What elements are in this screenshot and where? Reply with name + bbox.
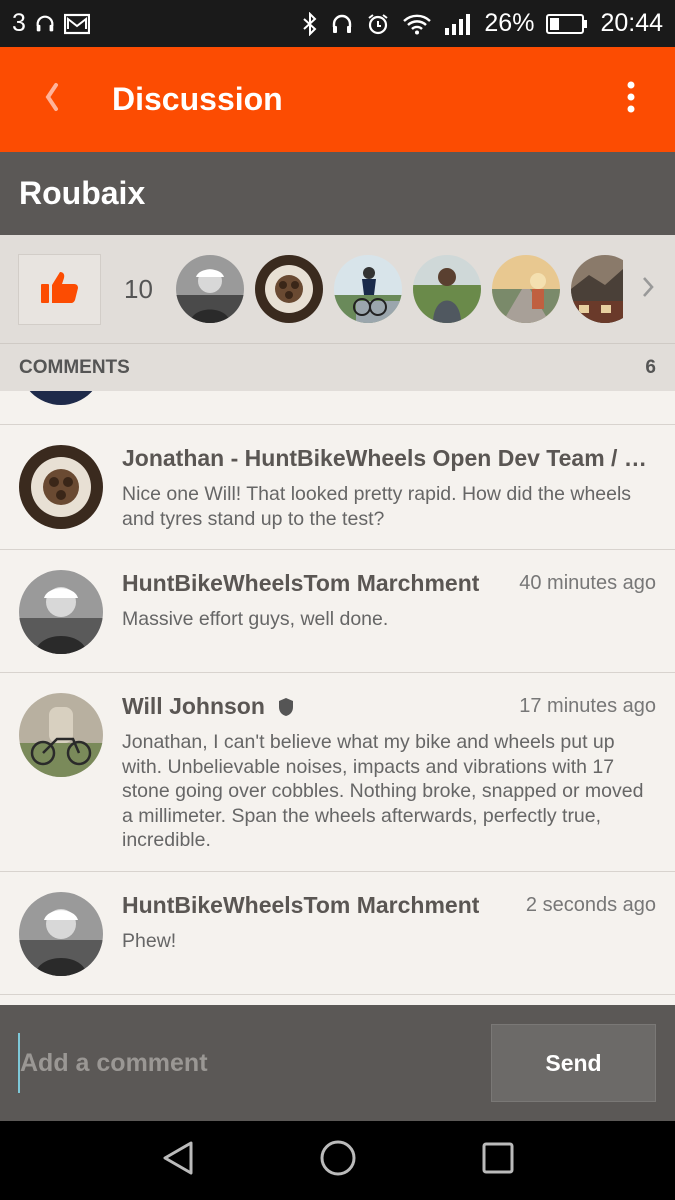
comment-time: 2 seconds ago bbox=[525, 893, 656, 916]
signal-icon bbox=[444, 13, 472, 35]
triangle-back-icon bbox=[161, 1140, 195, 1181]
avatar[interactable] bbox=[492, 255, 560, 323]
avatar[interactable] bbox=[255, 255, 323, 323]
chevron-left-icon bbox=[42, 82, 62, 117]
avatar bbox=[19, 391, 103, 405]
status-bar: 3 26% 20:44 bbox=[0, 0, 675, 47]
comment-item: Will Johnson 17 minutes ago Jonathan, I … bbox=[0, 673, 675, 872]
clock: 20:44 bbox=[600, 9, 663, 37]
avatar[interactable] bbox=[19, 570, 103, 654]
notification-count: 3 bbox=[12, 9, 26, 37]
circle-home-icon bbox=[319, 1139, 357, 1182]
wifi-icon bbox=[402, 13, 432, 35]
page-title: Discussion bbox=[112, 81, 283, 117]
kudos-avatar-strip bbox=[176, 255, 623, 323]
headphones-icon bbox=[330, 12, 354, 36]
battery-icon bbox=[546, 13, 588, 35]
overflow-menu-button[interactable] bbox=[601, 47, 661, 152]
nav-home-button[interactable] bbox=[313, 1136, 363, 1186]
avatar[interactable] bbox=[176, 255, 244, 323]
system-nav-bar bbox=[0, 1121, 675, 1200]
kudos-button[interactable] bbox=[18, 253, 101, 325]
activity-header: Roubaix bbox=[0, 152, 675, 235]
avatar[interactable] bbox=[19, 891, 103, 976]
comments-count: 6 bbox=[645, 356, 656, 378]
comment-text: Jonathan, I can't believe what my bike a… bbox=[122, 731, 644, 851]
bluetooth-icon bbox=[302, 11, 318, 36]
comment-item: Jonathan - HuntBikeWheels Open Dev Team … bbox=[0, 425, 675, 550]
kudos-more-button[interactable] bbox=[623, 235, 673, 344]
avatar[interactable] bbox=[19, 693, 103, 777]
square-recents-icon bbox=[481, 1141, 515, 1180]
comment-text: Phew! bbox=[122, 929, 177, 952]
app-bar: Discussion bbox=[0, 47, 675, 152]
comment-time: 40 minutes ago bbox=[519, 572, 656, 594]
mail-icon bbox=[63, 13, 90, 35]
chevron-right-icon bbox=[641, 275, 655, 304]
thumbs-up-icon bbox=[40, 269, 80, 310]
comment-text: Massive effort guys, well done. bbox=[122, 608, 389, 630]
list-item bbox=[0, 391, 675, 425]
headphones-icon bbox=[34, 13, 56, 35]
comment-author[interactable]: HuntBikeWheelsTom Marchment bbox=[122, 892, 479, 919]
comment-text: Nice one Will! That looked pretty rapid.… bbox=[122, 483, 632, 530]
more-vertical-icon bbox=[626, 80, 636, 119]
kudos-row: 10 bbox=[0, 235, 675, 344]
comment-input[interactable] bbox=[18, 1033, 468, 1093]
comments-header: COMMENTS 6 bbox=[0, 344, 675, 391]
comment-list[interactable]: Jonathan - HuntBikeWheels Open Dev Team … bbox=[0, 391, 675, 1005]
avatar[interactable] bbox=[571, 255, 623, 323]
kudos-count: 10 bbox=[124, 273, 153, 304]
nav-back-button[interactable] bbox=[153, 1136, 203, 1186]
activity-title: Roubaix bbox=[19, 175, 146, 211]
comment-item: HuntBikeWheelsTom Marchment 2 seconds ag… bbox=[0, 872, 675, 995]
comment-author[interactable]: Will Johnson bbox=[122, 693, 265, 720]
alarm-icon bbox=[366, 12, 390, 36]
avatar[interactable] bbox=[19, 445, 103, 529]
comments-label: COMMENTS bbox=[19, 356, 130, 378]
comment-item: HuntBikeWheelsTom Marchment 40 minutes a… bbox=[0, 550, 675, 673]
comment-author[interactable]: HuntBikeWheelsTom Marchment bbox=[122, 570, 479, 597]
send-button[interactable]: Send bbox=[491, 1024, 656, 1102]
back-button[interactable] bbox=[12, 47, 92, 152]
comment-author[interactable]: Jonathan - HuntBikeWheels Open Dev Team … bbox=[122, 445, 656, 472]
battery-percent: 26% bbox=[484, 9, 535, 37]
comment-composer: Send bbox=[0, 1005, 675, 1121]
nav-recents-button[interactable] bbox=[473, 1136, 523, 1186]
comment-time: 17 minutes ago bbox=[519, 695, 656, 717]
avatar[interactable] bbox=[334, 255, 402, 323]
avatar[interactable] bbox=[413, 255, 481, 323]
shield-icon bbox=[277, 697, 295, 717]
